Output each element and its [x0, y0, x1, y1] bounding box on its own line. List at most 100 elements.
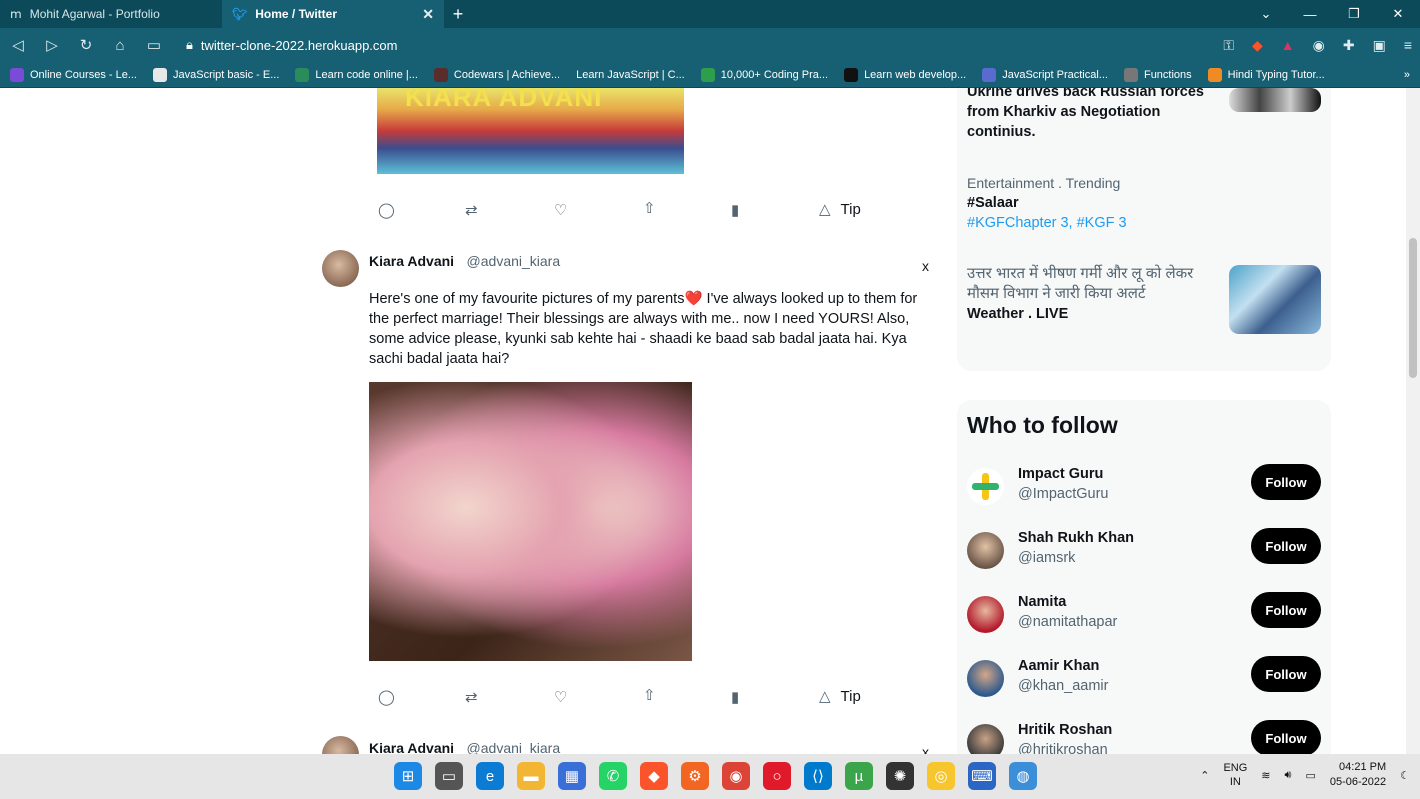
bookmarks-overflow-icon[interactable]: » — [1404, 69, 1410, 81]
avatar[interactable] — [322, 250, 359, 287]
trend-item[interactable]: Ukrine drives back Russian forces from K… — [967, 88, 1204, 142]
trend-hashtags[interactable]: #KGFChapter 3, #KGF 3 — [967, 215, 1127, 231]
bookmark-item[interactable]: Codewars | Achieve... — [433, 67, 560, 82]
like-icon[interactable]: ♡ — [554, 688, 567, 706]
avatar[interactable] — [967, 532, 1004, 569]
follow-button[interactable]: Follow — [1251, 592, 1321, 628]
trend-thumbnail[interactable] — [1229, 265, 1321, 334]
avatar[interactable] — [322, 736, 359, 754]
app-icon[interactable]: ⚙ — [681, 762, 709, 790]
impact-guru-logo-icon[interactable] — [967, 468, 1004, 505]
clock[interactable]: 04:21 PM 05-06-2022 — [1330, 760, 1386, 790]
keyboard-icon[interactable]: ⌨ — [968, 762, 996, 790]
new-tab-button[interactable]: + — [444, 0, 472, 28]
tab-portfolio[interactable]: 𝗆 Mohit Agarwal - Portfolio — [0, 0, 222, 28]
language-indicator[interactable]: ENG IN — [1223, 761, 1247, 789]
extensions-icon[interactable]: ✚ — [1343, 37, 1355, 54]
tweet-author-handle[interactable]: @advani_kiara — [467, 253, 561, 269]
key-icon[interactable]: ⚿ — [1223, 37, 1234, 54]
follow-button[interactable]: Follow — [1251, 464, 1321, 500]
tip-button[interactable]: △ Tip — [819, 687, 861, 706]
restore-button[interactable]: ❐ — [1332, 0, 1376, 28]
share-icon[interactable]: ⇧ — [643, 686, 656, 704]
brave-shield-icon[interactable]: ◆ — [1252, 37, 1263, 54]
bookmark-item[interactable]: Online Courses - Le... — [10, 67, 137, 82]
account-name[interactable]: Impact Guru — [1018, 466, 1103, 482]
bookmark-item[interactable]: Hindi Typing Tutor... — [1207, 67, 1325, 82]
brave-icon[interactable]: ◆ — [640, 762, 668, 790]
whatsapp-icon[interactable]: ✆ — [599, 762, 627, 790]
volume-icon[interactable]: 🔊︎ — [1285, 769, 1292, 782]
app-icon[interactable]: ◎ — [927, 762, 955, 790]
wifi-icon[interactable]: ≋ — [1261, 769, 1270, 782]
retweet-icon[interactable]: ⇄ — [465, 201, 478, 219]
tab-twitter[interactable]: 🐦︎ Home / Twitter ✕ — [222, 0, 444, 28]
minimize-button[interactable]: — — [1288, 0, 1332, 28]
tweet-author-handle[interactable]: @advani_kiara — [467, 740, 561, 754]
analytics-icon[interactable]: ▮ — [731, 688, 739, 706]
trend-item[interactable]: उत्तर भारत में भीषण गर्मी और लू को लेकर … — [967, 264, 1227, 324]
reload-button[interactable]: ↻ — [76, 36, 96, 54]
trend-thumbnail[interactable] — [1229, 88, 1321, 112]
reply-icon[interactable]: ◯ — [378, 201, 395, 219]
torrent-icon[interactable]: µ — [845, 762, 873, 790]
account-name[interactable]: Hritik Roshan — [1018, 722, 1112, 738]
chevron-up-icon[interactable]: ⌃ — [1200, 769, 1209, 782]
home-button[interactable]: ⌂ — [110, 37, 130, 54]
tweet-close-button[interactable]: x — [922, 744, 929, 754]
camera-icon[interactable]: ◉ — [1313, 37, 1325, 54]
chrome-icon[interactable]: ◉ — [722, 762, 750, 790]
tab-close-icon[interactable]: ✕ — [422, 6, 434, 23]
battery-icon[interactable]: ▭ — [1305, 769, 1315, 782]
follow-button[interactable]: Follow — [1251, 720, 1321, 754]
tip-button[interactable]: △ Tip — [819, 200, 861, 219]
scrollbar-thumb[interactable] — [1409, 238, 1417, 378]
avatar[interactable] — [967, 660, 1004, 697]
avatar[interactable] — [967, 724, 1004, 754]
edge-icon[interactable]: e — [476, 762, 504, 790]
retweet-icon[interactable]: ⇄ — [465, 688, 478, 706]
file-explorer-icon[interactable]: ▬ — [517, 762, 545, 790]
globe-icon[interactable]: ◍ — [1009, 762, 1037, 790]
brave-rewards-icon[interactable]: ▲ — [1281, 37, 1295, 53]
like-icon[interactable]: ♡ — [554, 201, 567, 219]
share-icon[interactable]: ⇧ — [643, 199, 656, 217]
tweet-media-image[interactable]: KIARA ADVANI — [377, 88, 684, 174]
account-name[interactable]: Shah Rukh Khan — [1018, 530, 1134, 546]
page-scrollbar[interactable] — [1406, 88, 1420, 754]
windows-start-icon[interactable]: ⊞ — [394, 762, 422, 790]
trend-item[interactable]: Entertainment . Trending #Salaar #KGFCha… — [967, 175, 1127, 231]
back-button[interactable]: ◁ — [8, 36, 28, 54]
reply-icon[interactable]: ◯ — [378, 688, 395, 706]
avatar[interactable] — [967, 596, 1004, 633]
bookmark-item[interactable]: JavaScript basic - E... — [153, 67, 279, 82]
close-window-button[interactable]: ✕ — [1376, 0, 1420, 28]
task-view-icon[interactable]: ▭ — [435, 762, 463, 790]
bookmark-icon[interactable]: ▭ — [144, 36, 164, 54]
bookmark-item[interactable]: JavaScript Practical... — [982, 67, 1108, 82]
bookmark-item[interactable]: Learn JavaScript | C... — [576, 69, 685, 81]
tweet-author-name[interactable]: Kiara Advani — [369, 740, 454, 754]
tweet-close-button[interactable]: x — [922, 258, 929, 274]
bookmark-item[interactable]: Learn code online |... — [295, 67, 418, 82]
tweet-media-image[interactable] — [369, 382, 692, 661]
bookmark-item[interactable]: 10,000+ Coding Pra... — [700, 67, 828, 82]
tweet-author-name[interactable]: Kiara Advani — [369, 253, 454, 269]
bookmark-item[interactable]: Functions — [1123, 67, 1192, 82]
url-field[interactable]: 🔒︎ twitter-clone-2022.herokuapp.com — [186, 37, 397, 53]
account-name[interactable]: Aamir Khan — [1018, 658, 1099, 674]
opera-icon[interactable]: ○ — [763, 762, 791, 790]
chevron-down-icon[interactable]: ⌄ — [1244, 0, 1288, 28]
forward-button[interactable]: ▷ — [42, 36, 62, 54]
wallet-icon[interactable]: ▣ — [1373, 37, 1386, 54]
menu-icon[interactable]: ≡ — [1404, 37, 1412, 53]
analytics-icon[interactable]: ▮ — [731, 201, 739, 219]
bookmark-item[interactable]: Learn web develop... — [844, 67, 966, 82]
vscode-icon[interactable]: ⟨⟩ — [804, 762, 832, 790]
follow-button[interactable]: Follow — [1251, 528, 1321, 564]
notification-icon[interactable]: ☾ — [1400, 769, 1410, 782]
store-icon[interactable]: ▦ — [558, 762, 586, 790]
follow-button[interactable]: Follow — [1251, 656, 1321, 692]
account-name[interactable]: Namita — [1018, 594, 1066, 610]
media-player-icon[interactable]: ✺ — [886, 762, 914, 790]
